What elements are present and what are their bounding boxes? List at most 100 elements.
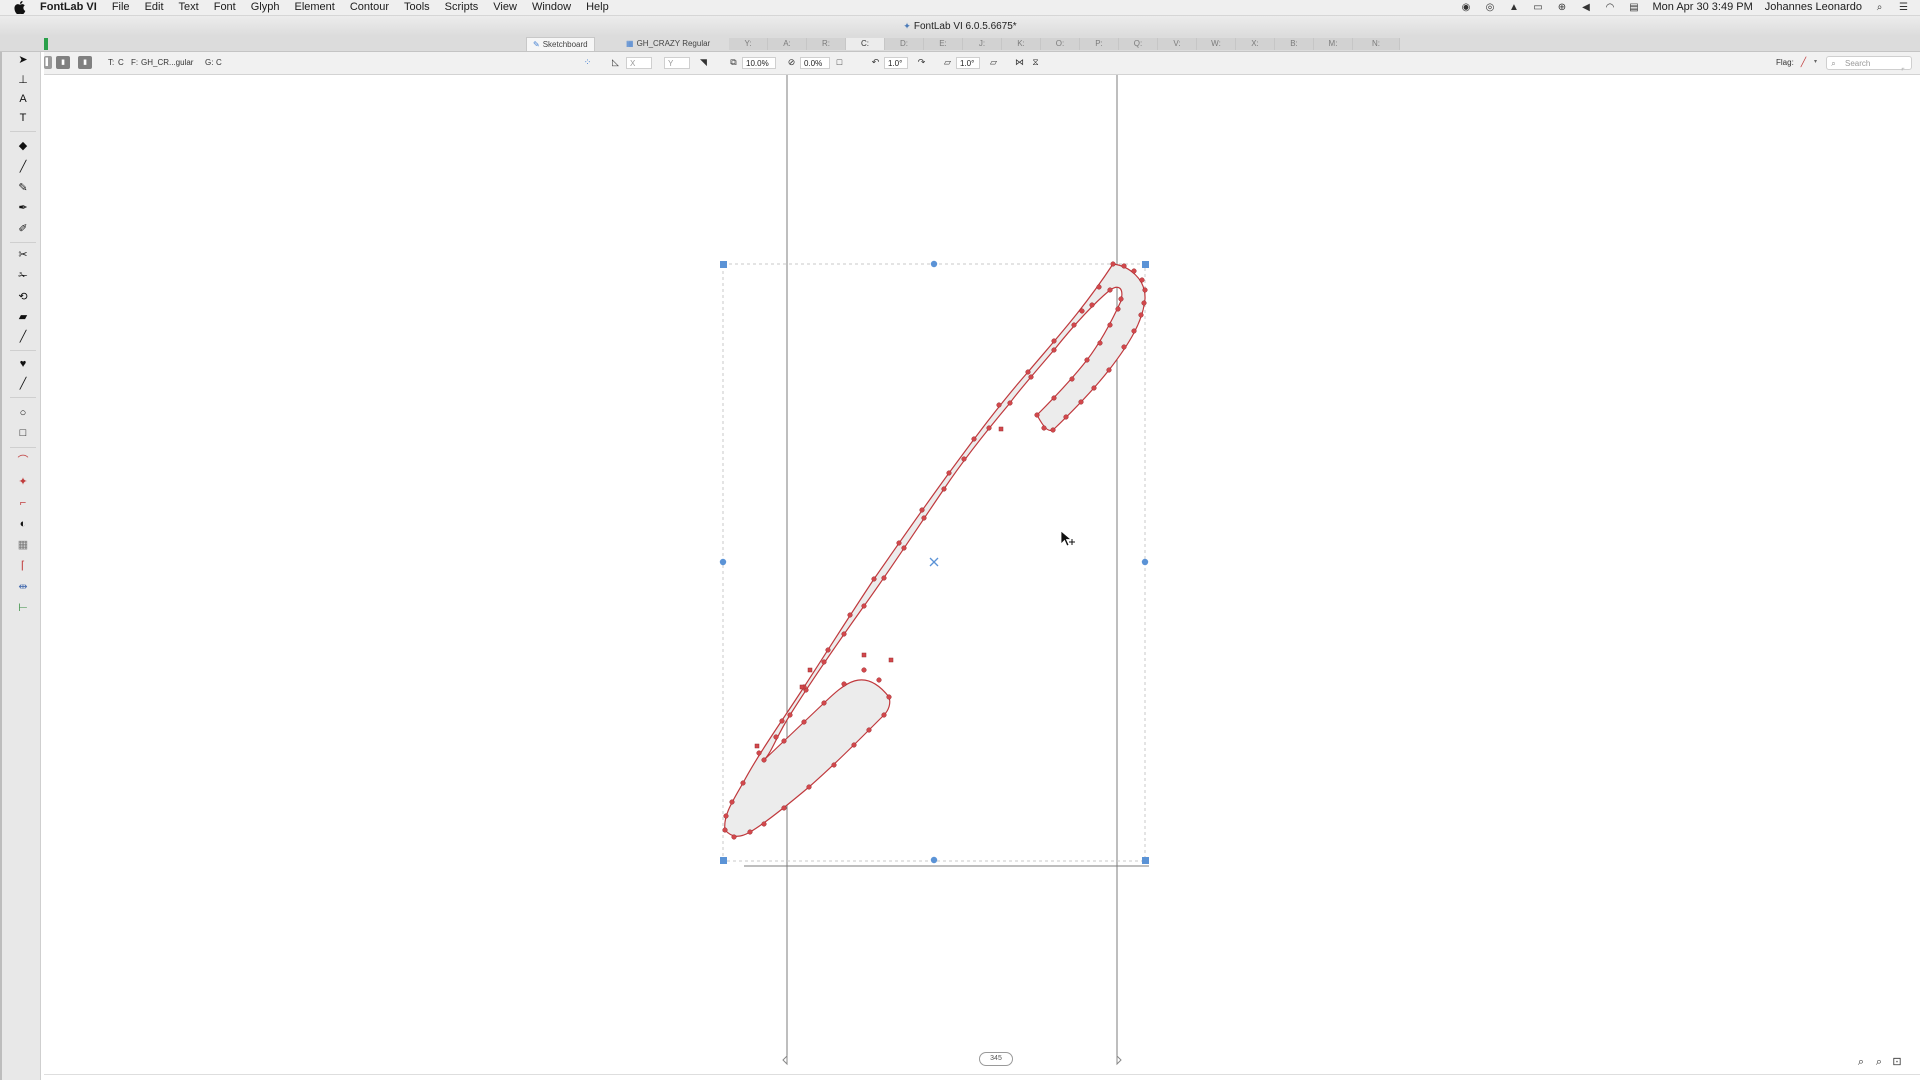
scissors-tool-icon[interactable]: ✁ bbox=[13, 267, 33, 285]
menu-view[interactable]: View bbox=[493, 0, 517, 15]
handle-bottom-right[interactable] bbox=[1142, 857, 1149, 864]
menu-tools[interactable]: Tools bbox=[404, 0, 430, 15]
node-tool-icon[interactable]: ➤ bbox=[13, 51, 33, 69]
tab-glyph-x[interactable]: X: bbox=[1236, 38, 1275, 50]
tab-glyph-j[interactable]: J: bbox=[963, 38, 1002, 50]
menu-help[interactable]: Help bbox=[586, 0, 609, 15]
corner-tool-icon[interactable]: ✦ bbox=[13, 473, 33, 491]
menubar-user[interactable]: Johannes Leonardo bbox=[1765, 0, 1862, 15]
view-mode-button-1[interactable]: ▮ bbox=[56, 56, 70, 69]
handle-right-center[interactable] bbox=[1141, 558, 1149, 566]
rotate-cw-icon[interactable]: ↷ bbox=[916, 57, 927, 68]
tab-glyph-y[interactable]: Y: bbox=[729, 38, 768, 50]
panel-toggle-button[interactable]: ▌ bbox=[44, 56, 52, 69]
slant-field[interactable]: 0.0% bbox=[800, 57, 830, 69]
flag-dropdown-icon[interactable]: ▾ bbox=[1810, 57, 1821, 68]
flag-color-icon[interactable]: ╱ bbox=[1798, 57, 1809, 68]
rotate-ccw-icon[interactable]: ↶ bbox=[870, 57, 881, 68]
link-icon[interactable]: ⊘ bbox=[786, 57, 797, 68]
eyedropper-tool-icon[interactable]: ╱ bbox=[13, 375, 33, 393]
rotate-tool-icon[interactable]: ⟲ bbox=[13, 288, 33, 306]
handle-top-left[interactable] bbox=[720, 261, 727, 268]
panel-corner-icon[interactable]: ⌜ bbox=[1896, 65, 1910, 79]
menu-text[interactable]: Text bbox=[179, 0, 199, 15]
measure-tool-icon[interactable]: ╱ bbox=[13, 328, 33, 346]
ellipse-tool-icon[interactable]: ○ bbox=[13, 404, 33, 422]
tab-sketchboard[interactable]: ✎ Sketchboard bbox=[526, 37, 595, 51]
toolbox-scrollbar[interactable] bbox=[0, 27, 2, 1080]
text-tool-icon[interactable]: T bbox=[13, 109, 33, 127]
handle-bottom-center[interactable] bbox=[930, 856, 938, 864]
eraser-tool-icon[interactable]: ◆ bbox=[13, 137, 33, 155]
tab-glyph-p[interactable]: P: bbox=[1080, 38, 1119, 50]
y-field[interactable]: Y bbox=[664, 57, 690, 69]
menu-app-name[interactable]: FontLab VI bbox=[40, 0, 97, 15]
curve-tool-icon[interactable]: ⌒ bbox=[13, 452, 33, 470]
transform-center-icon[interactable] bbox=[929, 557, 939, 567]
square-icon[interactable]: □ bbox=[834, 57, 845, 68]
scale-field[interactable]: 10.0% bbox=[742, 57, 776, 69]
menu-contour[interactable]: Contour bbox=[350, 0, 389, 15]
airplay-icon[interactable]: ▭ bbox=[1531, 2, 1544, 13]
zoom-out-icon[interactable]: ⌕ bbox=[1854, 1055, 1868, 1069]
handle-bottom-left[interactable] bbox=[720, 857, 727, 864]
creative-cloud-icon[interactable]: ◎ bbox=[1483, 2, 1496, 13]
tab-glyph-c[interactable]: C: bbox=[846, 38, 885, 50]
menu-element[interactable]: Element bbox=[294, 0, 334, 15]
fill-tool-icon[interactable]: ▰ bbox=[13, 308, 33, 326]
lock-xy-icon[interactable]: ◥ bbox=[698, 57, 709, 68]
x-field[interactable]: X bbox=[626, 57, 652, 69]
metrics-tool-icon[interactable]: ⊥ bbox=[13, 71, 33, 89]
menubar-clock[interactable]: Mon Apr 30 3:49 PM bbox=[1652, 0, 1752, 15]
rotate-field[interactable]: 1.0° bbox=[884, 57, 908, 69]
zoom-in-icon[interactable]: ⌕ bbox=[1872, 1055, 1886, 1069]
pen-tool-icon[interactable]: ✐ bbox=[13, 220, 33, 238]
kerning-tool-icon[interactable]: A bbox=[13, 90, 33, 108]
symmetry-tool-icon[interactable]: ◐ bbox=[13, 515, 33, 533]
handle-top-right[interactable] bbox=[1142, 261, 1149, 268]
tab-glyph-v[interactable]: V: bbox=[1158, 38, 1197, 50]
tab-glyph-a[interactable]: A: bbox=[768, 38, 807, 50]
guide-tool-icon[interactable]: ⌈ bbox=[13, 557, 33, 575]
tab-glyph-k[interactable]: K: bbox=[1002, 38, 1041, 50]
menu-glyph[interactable]: Glyph bbox=[251, 0, 280, 15]
align-tool-icon[interactable]: ⇹ bbox=[13, 578, 33, 596]
handle-left-center[interactable] bbox=[719, 558, 727, 566]
hint-tool-icon[interactable]: ⊢ bbox=[13, 599, 33, 617]
align-icon[interactable]: ◺ bbox=[610, 57, 621, 68]
menu-file[interactable]: File bbox=[112, 0, 130, 15]
advance-width-label[interactable]: 345 bbox=[979, 1052, 1013, 1066]
tab-glyph-w[interactable]: W: bbox=[1197, 38, 1236, 50]
flip-horizontal-icon[interactable]: ⋈ bbox=[1014, 57, 1025, 68]
wifi-icon[interactable]: ◠ bbox=[1603, 2, 1616, 13]
tab-glyph-m[interactable]: M: bbox=[1314, 38, 1353, 50]
flip-vertical-icon[interactable]: ⧖ bbox=[1030, 57, 1041, 68]
scale-icon[interactable]: ⧉ bbox=[728, 57, 739, 68]
menu-edit[interactable]: Edit bbox=[145, 0, 164, 15]
glyph-c-outline[interactable] bbox=[724, 263, 1146, 837]
left-sidebearing-marker[interactable] bbox=[782, 1054, 788, 1066]
glyph-canvas[interactable]: 345 ⌕ ⌕ ⊡ ⌜ bbox=[44, 67, 1920, 1080]
notification-center-icon[interactable]: ☰ bbox=[1897, 2, 1910, 13]
view-mode-button-2[interactable]: ▮ bbox=[78, 56, 92, 69]
right-sidebearing-marker[interactable] bbox=[1116, 1054, 1122, 1066]
brush-tool-icon[interactable]: ╱ bbox=[13, 158, 33, 176]
tab-glyph-b[interactable]: B: bbox=[1275, 38, 1314, 50]
glyph-editor-svg[interactable] bbox=[44, 75, 1920, 1080]
rapid-tool-icon[interactable]: ✒ bbox=[13, 199, 33, 217]
rectangle-tool-icon[interactable]: □ bbox=[13, 424, 33, 442]
zoom-fit-icon[interactable]: ⊡ bbox=[1890, 1055, 1904, 1069]
heart-tool-icon[interactable]: ♥ bbox=[13, 355, 33, 373]
tab-glyph-e[interactable]: E: bbox=[924, 38, 963, 50]
grid-tool-icon[interactable]: ▦ bbox=[13, 536, 33, 554]
pencil-tool-icon[interactable]: ✎ bbox=[13, 179, 33, 197]
apple-menu-icon[interactable] bbox=[14, 1, 26, 14]
calendar-icon[interactable]: ▤ bbox=[1627, 2, 1640, 13]
tab-glyph-q[interactable]: Q: bbox=[1119, 38, 1158, 50]
menu-font[interactable]: Font bbox=[214, 0, 236, 15]
drive-icon[interactable]: ▲ bbox=[1507, 2, 1520, 13]
tab-glyph-o[interactable]: O: bbox=[1041, 38, 1080, 50]
network-icon[interactable]: ⊕ bbox=[1555, 2, 1568, 13]
angle-tool-icon[interactable]: ⌐ bbox=[13, 494, 33, 512]
tab-glyph-r[interactable]: R: bbox=[807, 38, 846, 50]
